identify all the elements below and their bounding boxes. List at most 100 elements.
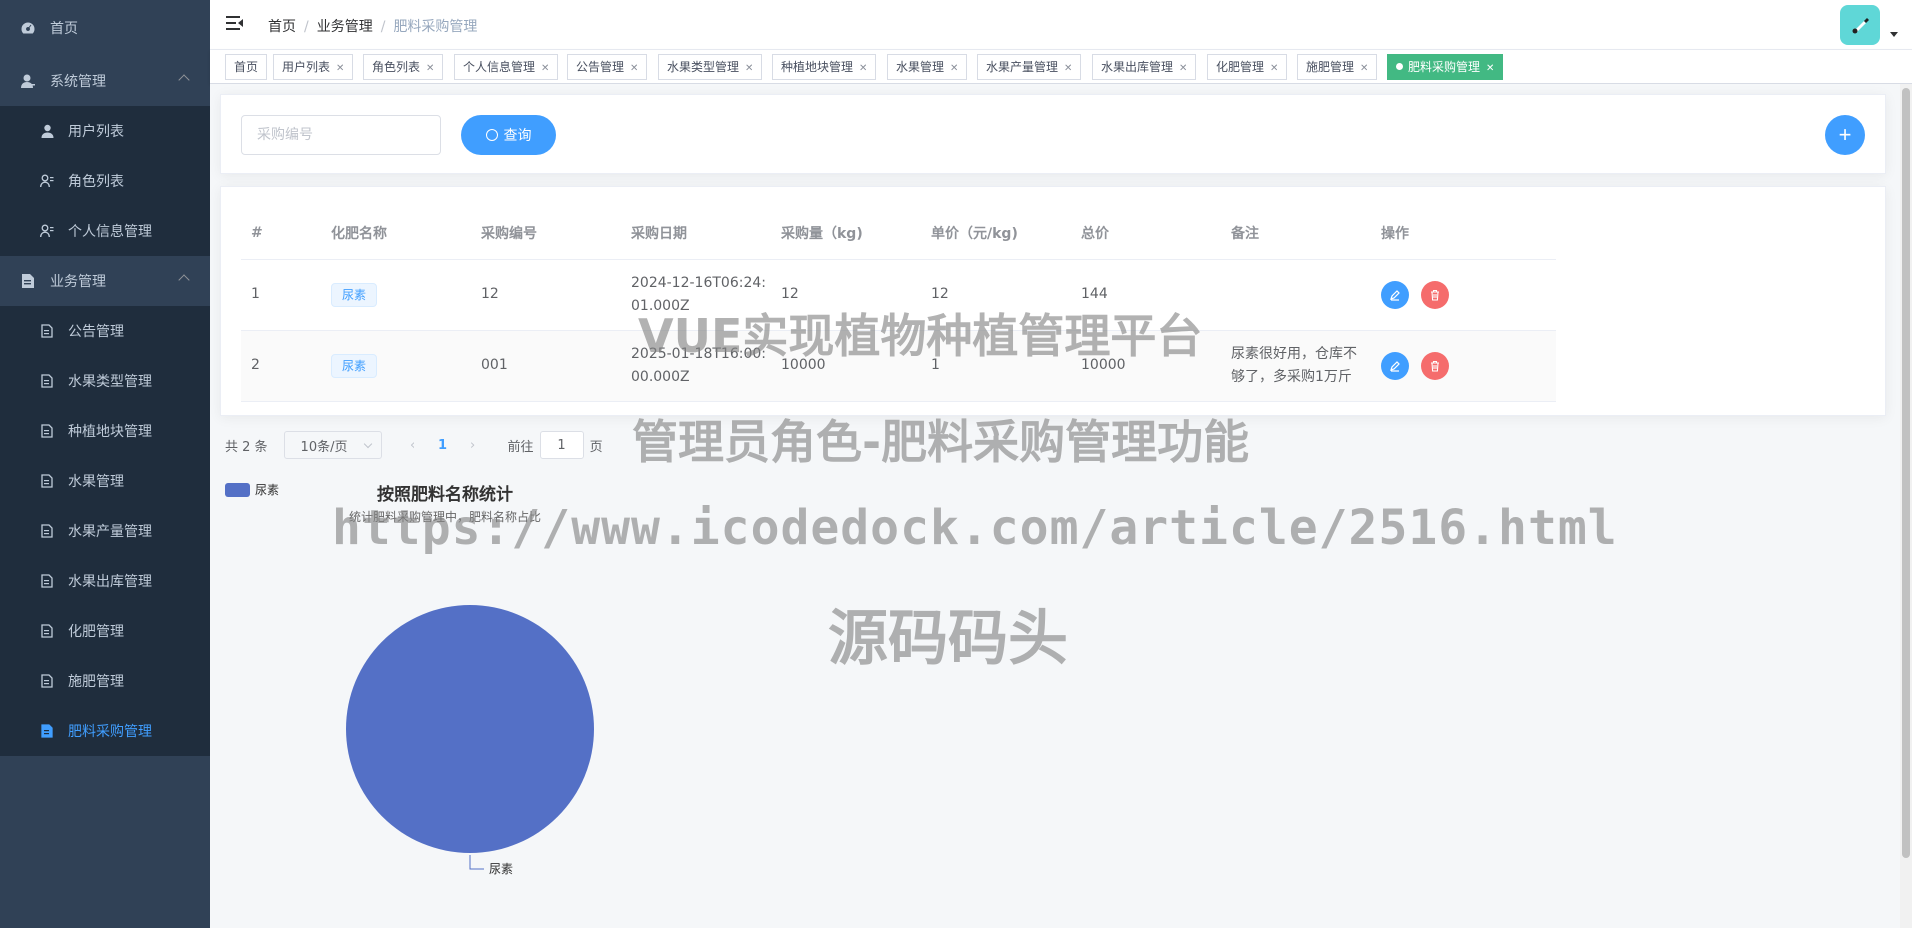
sidebar-item-profile[interactable]: 个人信息管理: [0, 206, 210, 256]
close-icon[interactable]: ✕: [1486, 63, 1494, 74]
sidebar-item-label: 水果出库管理: [68, 574, 152, 590]
prev-page-button[interactable]: ‹: [398, 438, 428, 453]
scrollbar-thumb[interactable]: [1902, 88, 1910, 858]
close-icon[interactable]: ✕: [1360, 63, 1368, 74]
tag-plot[interactable]: 种植地块管理 ✕: [772, 54, 877, 80]
tag-role-list[interactable]: 角色列表 ✕: [363, 54, 444, 80]
close-icon[interactable]: ✕: [1270, 63, 1278, 74]
table-card: # 化肥名称 采购编号 采购日期 采购量（kg) 单价（元/kg) 总价 备注 …: [220, 186, 1886, 416]
search-input[interactable]: [241, 115, 441, 155]
sidebar-item-label: 肥料采购管理: [68, 724, 152, 740]
sidebar-item-fruit[interactable]: 水果管理: [0, 456, 210, 506]
fertilizer-name-tag: 尿素: [331, 282, 378, 307]
fertilizer-name-tag: 尿素: [331, 353, 378, 378]
tag-label: 首页: [234, 60, 259, 74]
tag-user-list[interactable]: 用户列表 ✕: [273, 54, 354, 80]
tag-label: 水果类型管理: [667, 60, 740, 74]
close-icon[interactable]: ✕: [541, 63, 549, 74]
sidebar: 首页 系统管理 用户列表 角色列表 个人信息管理 业务管理 公告管理 水果类型管…: [0, 0, 210, 928]
sidebar-item-notice[interactable]: 公告管理: [0, 306, 210, 356]
cell-qty: 12: [771, 259, 921, 331]
sidebar-item-label: 施肥管理: [68, 674, 124, 690]
close-icon[interactable]: ✕: [859, 63, 867, 74]
sidebar-item-label: 角色列表: [68, 174, 124, 190]
trash-icon: [1431, 360, 1440, 372]
submenu-business: 公告管理 水果类型管理 种植地块管理 水果管理 水果产量管理 水果出库管理 化肥…: [0, 306, 210, 756]
edit-icon: [1390, 289, 1400, 301]
sidebar-item-fruit-type[interactable]: 水果类型管理: [0, 356, 210, 406]
sidebar-item-fruit-yield[interactable]: 水果产量管理: [0, 506, 210, 556]
tag-label: 角色列表: [372, 60, 421, 74]
avatar[interactable]: [1840, 5, 1880, 45]
tag-label: 水果出库管理: [1101, 60, 1174, 74]
page-size-select[interactable]: 10条/页: [283, 431, 382, 459]
sidebar-item-role-list[interactable]: 角色列表: [0, 156, 210, 206]
sidebar-group-system[interactable]: 系统管理: [0, 56, 210, 106]
delete-button[interactable]: [1421, 280, 1450, 309]
goto-page-input[interactable]: [539, 431, 584, 459]
close-icon[interactable]: ✕: [630, 63, 638, 74]
close-icon[interactable]: ✕: [336, 63, 344, 74]
breadcrumb-item[interactable]: 业务管理: [317, 19, 373, 35]
tag-fruit-type[interactable]: 水果类型管理 ✕: [658, 54, 763, 80]
main-content: 查询 + # 化肥名称 采购编号 采购日期 采购量（kg) 单价（元/kg) 总…: [210, 84, 1912, 928]
sidebar-item-fruit-outbound[interactable]: 水果出库管理: [0, 556, 210, 606]
tag-label: 施肥管理: [1306, 60, 1355, 74]
cell-index: 1: [241, 259, 321, 331]
tag-label: 水果管理: [896, 60, 945, 74]
edit-button[interactable]: [1381, 351, 1409, 380]
tag-fruit[interactable]: 水果管理 ✕: [887, 54, 968, 80]
close-icon[interactable]: ✕: [950, 63, 958, 74]
close-icon[interactable]: ✕: [426, 63, 434, 74]
pie-slice-label: 尿素: [489, 862, 513, 876]
close-icon[interactable]: ✕: [1064, 63, 1072, 74]
edit-button[interactable]: [1381, 280, 1409, 309]
chart-title: 按照肥料名称统计: [377, 485, 513, 505]
tag-home[interactable]: 首页: [225, 54, 268, 80]
sidebar-group-business[interactable]: 业务管理: [0, 256, 210, 306]
cell-price: 12: [921, 259, 1071, 331]
tag-fruit-yield[interactable]: 水果产量管理 ✕: [977, 54, 1082, 80]
sidebar-item-plot[interactable]: 种植地块管理: [0, 406, 210, 456]
tag-fertilizing[interactable]: 施肥管理 ✕: [1297, 54, 1378, 80]
sidebar-item-fertilizing[interactable]: 施肥管理: [0, 656, 210, 706]
sidebar-item-home[interactable]: 首页: [0, 0, 210, 56]
query-button[interactable]: 查询: [461, 115, 556, 155]
close-icon[interactable]: ✕: [1179, 63, 1187, 74]
tag-profile[interactable]: 个人信息管理 ✕: [454, 54, 559, 80]
hamburger-menu-icon[interactable]: [226, 15, 244, 31]
column-header: 操作: [1371, 207, 1556, 260]
cell-name: 尿素: [321, 330, 471, 402]
document-edit-icon: [40, 323, 54, 339]
cell-date: 2025-01-18T16:00:00.000Z: [621, 330, 771, 402]
cell-code: 12: [471, 259, 621, 331]
close-icon[interactable]: ✕: [745, 63, 753, 74]
tag-fertilizer[interactable]: 化肥管理 ✕: [1207, 54, 1288, 80]
column-header: 采购量（kg): [771, 207, 921, 260]
sidebar-item-fertilizer-purchase[interactable]: 肥料采购管理: [0, 706, 210, 756]
document-edit-icon: [40, 673, 54, 689]
tag-notice[interactable]: 公告管理 ✕: [567, 54, 648, 80]
sidebar-item-fertilizer[interactable]: 化肥管理: [0, 606, 210, 656]
cell-name: 尿素: [321, 259, 471, 331]
pie-label-line: [469, 855, 484, 870]
delete-button[interactable]: [1421, 351, 1450, 380]
navbar: 首页 / 业务管理 / 肥料采购管理: [210, 0, 1912, 50]
scrollbar[interactable]: [1900, 84, 1912, 928]
breadcrumb-item[interactable]: 首页: [268, 19, 296, 35]
sidebar-item-user-list[interactable]: 用户列表: [0, 106, 210, 156]
tag-fertilizer-purchase[interactable]: 肥料采购管理 ✕: [1387, 54, 1504, 80]
page-number[interactable]: 1: [428, 438, 458, 453]
cell-actions: [1371, 330, 1556, 402]
cell-code: 001: [471, 330, 621, 402]
column-header: #: [241, 207, 321, 260]
next-page-button[interactable]: ›: [458, 438, 488, 453]
chevron-up-icon: [178, 74, 190, 86]
add-button[interactable]: +: [1825, 115, 1865, 155]
active-dot: [1396, 63, 1403, 70]
column-header: 采购编号: [471, 207, 621, 260]
caret-down-icon[interactable]: [1890, 32, 1898, 37]
pie-slice[interactable]: [346, 605, 594, 853]
tag-fruit-outbound[interactable]: 水果出库管理 ✕: [1092, 54, 1197, 80]
column-header: 总价: [1071, 207, 1221, 260]
